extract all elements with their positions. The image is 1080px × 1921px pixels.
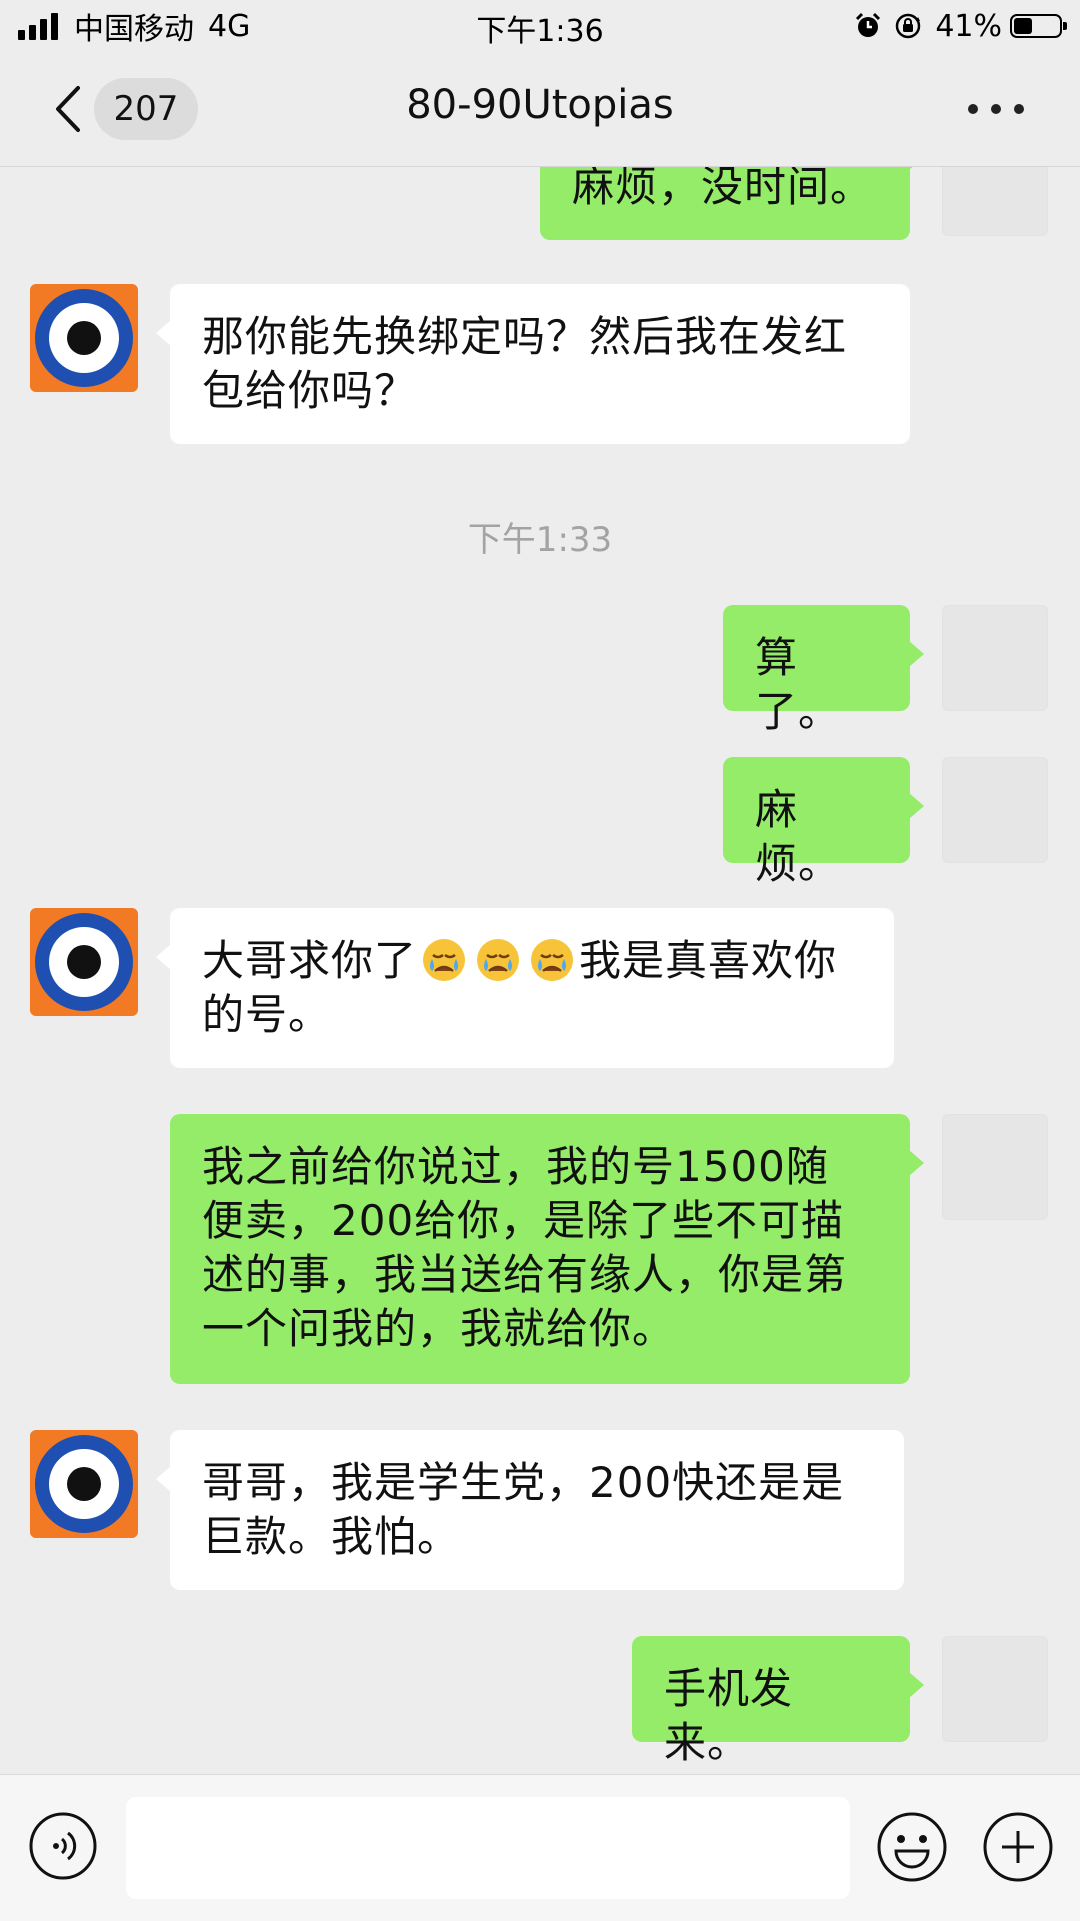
- message-text: 大哥求你了: [202, 936, 418, 985]
- voice-icon[interactable]: [28, 1811, 98, 1881]
- message-input-bar: [0, 1774, 1080, 1921]
- message-text-line: 哥哥，我是学生党，200快还是是: [202, 1458, 845, 1507]
- outgoing-message-bubble[interactable]: 我之前给你说过，我的号1500随 便卖，200给你，是除了些不可描 述的事，我当…: [170, 1114, 924, 1384]
- contact-avatar[interactable]: [30, 284, 138, 392]
- emoji-icon[interactable]: [876, 1811, 948, 1883]
- message-text-line: 的号。: [202, 990, 332, 1039]
- outgoing-message-bubble[interactable]: 算了。: [723, 605, 924, 736]
- incoming-message-bubble[interactable]: 那你能先换绑定吗？然后我在发红 包给你吗？: [156, 284, 910, 444]
- chat-message-list[interactable]: 麻烦，没时间。 那你能先换绑定吗？然后我在发红 包给你吗？ 下午1:33 算了。…: [0, 0, 1080, 1774]
- crying-face-icon: [531, 939, 574, 981]
- crying-face-icon: [477, 939, 520, 981]
- contact-avatar[interactable]: [30, 1430, 138, 1538]
- my-avatar[interactable]: [942, 757, 1048, 863]
- message-timestamp: 下午1:33: [467, 520, 613, 560]
- battery-percent: 41%: [935, 8, 1002, 44]
- unread-count-badge[interactable]: 207: [94, 78, 198, 140]
- status-right: 41%: [843, 6, 1067, 46]
- chat-header: 207 80-90Utopias: [0, 52, 1080, 167]
- incoming-message-bubble[interactable]: 大哥求你了 我是真喜欢你 的号。: [156, 908, 894, 1068]
- message-text: 手机发来。: [664, 1664, 794, 1767]
- message-text-line: 便卖，200给你，是除了些不可描: [202, 1196, 845, 1245]
- message-text: 麻烦。: [755, 785, 842, 888]
- orientation-lock-icon: [896, 13, 921, 39]
- message-text-line: 大哥求你了 我是真喜欢你: [202, 934, 862, 988]
- chat-title: 80-90Utopias: [406, 82, 674, 128]
- incoming-message-bubble[interactable]: 哥哥，我是学生党，200快还是是 巨款。我怕。: [156, 1430, 904, 1590]
- message-text: 我是真喜欢你: [579, 936, 838, 985]
- contact-avatar[interactable]: [30, 908, 138, 1016]
- message-text: 麻烦，没时间。: [572, 162, 874, 211]
- message-text-line: 我之前给你说过，我的号1500随: [202, 1142, 829, 1191]
- message-text-line: 巨款。我怕。: [202, 1512, 461, 1561]
- outgoing-message-bubble[interactable]: 麻烦。: [723, 757, 924, 888]
- message-text-line: 那你能先换绑定吗？然后我在发红: [202, 312, 848, 361]
- alarm-clock-icon: [856, 12, 881, 37]
- message-text-input[interactable]: [126, 1797, 850, 1899]
- my-avatar[interactable]: [942, 1636, 1048, 1742]
- message-text-line: 述的事，我当送给有缘人，你是第: [202, 1250, 848, 1299]
- message-text-line: 一个问我的，我就给你。: [202, 1304, 676, 1353]
- plus-icon[interactable]: [982, 1811, 1054, 1883]
- more-options-icon[interactable]: [968, 98, 1024, 120]
- message-text: 算了。: [755, 633, 842, 736]
- message-text-line: 包给你吗？: [202, 366, 418, 415]
- battery-icon: [1010, 14, 1067, 38]
- outgoing-message-bubble[interactable]: 手机发来。: [632, 1636, 924, 1767]
- my-avatar[interactable]: [942, 605, 1048, 711]
- back-chevron-icon[interactable]: [48, 82, 88, 136]
- my-avatar[interactable]: [942, 1114, 1048, 1220]
- status-bar: 中国移动 4G 下午1:36 41%: [0, 0, 1080, 52]
- crying-face-icon: [423, 939, 466, 981]
